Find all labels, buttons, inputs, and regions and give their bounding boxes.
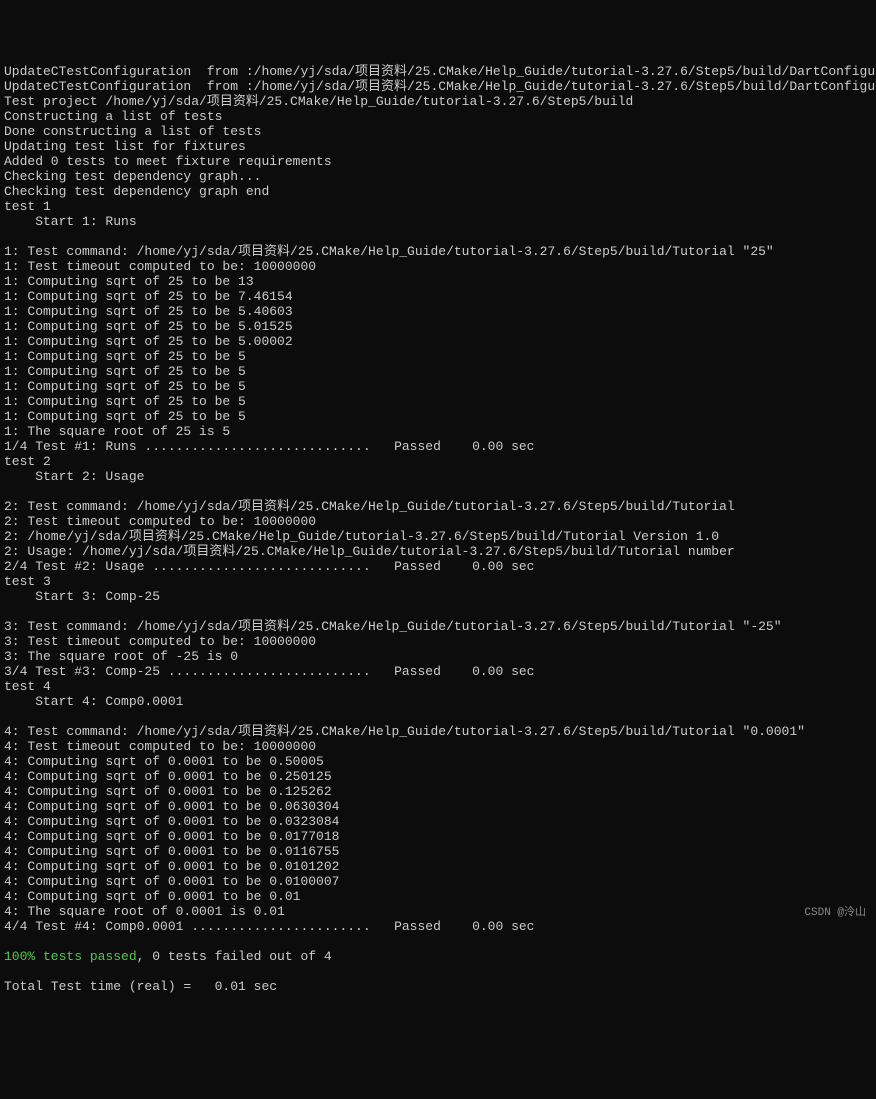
- terminal-line: Added 0 tests to meet fixture requiremen…: [4, 154, 872, 169]
- terminal-line: Start 1: Runs: [4, 214, 872, 229]
- terminal-line: 1: Computing sqrt of 25 to be 7.46154: [4, 289, 872, 304]
- terminal-line: [4, 484, 872, 499]
- terminal-line: 1: Test timeout computed to be: 10000000: [4, 259, 872, 274]
- terminal-line: 3/4 Test #3: Comp-25 ...................…: [4, 664, 872, 679]
- terminal-line: 1: Computing sqrt of 25 to be 5.40603: [4, 304, 872, 319]
- terminal-line: UpdateCTestConfiguration from :/home/yj/…: [4, 64, 872, 79]
- terminal-line: 1: Computing sqrt of 25 to be 5: [4, 364, 872, 379]
- total-time-line: Total Test time (real) = 0.01 sec: [4, 979, 872, 994]
- terminal-line: 2/4 Test #2: Usage .....................…: [4, 559, 872, 574]
- terminal-line: 4: The square root of 0.0001 is 0.01: [4, 904, 872, 919]
- terminal-line: UpdateCTestConfiguration from :/home/yj/…: [4, 79, 872, 94]
- terminal-line: 1: Computing sqrt of 25 to be 5: [4, 409, 872, 424]
- terminal-line: 4: Computing sqrt of 0.0001 to be 0.01: [4, 889, 872, 904]
- summary-line: 100% tests passed, 0 tests failed out of…: [4, 949, 872, 964]
- terminal-line: test 2: [4, 454, 872, 469]
- terminal-line: 1: The square root of 25 is 5: [4, 424, 872, 439]
- terminal-line: Test project /home/yj/sda/项目资料/25.CMake/…: [4, 94, 872, 109]
- terminal-line: 1: Computing sqrt of 25 to be 5: [4, 379, 872, 394]
- terminal-line: [4, 229, 872, 244]
- terminal-line: [4, 964, 872, 979]
- terminal-line: test 4: [4, 679, 872, 694]
- terminal-line: [4, 604, 872, 619]
- terminal-line: 1: Computing sqrt of 25 to be 13: [4, 274, 872, 289]
- terminal-line: 1: Computing sqrt of 25 to be 5.01525: [4, 319, 872, 334]
- terminal-line: Done constructing a list of tests: [4, 124, 872, 139]
- terminal-line: 2: Test timeout computed to be: 10000000: [4, 514, 872, 529]
- terminal-line: 3: Test timeout computed to be: 10000000: [4, 634, 872, 649]
- terminal-line: 4/4 Test #4: Comp0.0001 ................…: [4, 919, 872, 934]
- terminal-line: 4: Computing sqrt of 0.0001 to be 0.0116…: [4, 844, 872, 859]
- terminal-line: 4: Test timeout computed to be: 10000000: [4, 739, 872, 754]
- terminal-line: 2: /home/yj/sda/项目资料/25.CMake/Help_Guide…: [4, 529, 872, 544]
- terminal-line: 1: Computing sqrt of 25 to be 5: [4, 349, 872, 364]
- terminal-line: 4: Computing sqrt of 0.0001 to be 0.0630…: [4, 799, 872, 814]
- terminal-line: 4: Computing sqrt of 0.0001 to be 0.2501…: [4, 769, 872, 784]
- terminal-line: [4, 709, 872, 724]
- terminal-line: 4: Computing sqrt of 0.0001 to be 0.5000…: [4, 754, 872, 769]
- terminal-line: test 3: [4, 574, 872, 589]
- terminal-line: 4: Computing sqrt of 0.0001 to be 0.0177…: [4, 829, 872, 844]
- tests-passed-text: 100% tests passed: [4, 949, 137, 964]
- terminal-line: Constructing a list of tests: [4, 109, 872, 124]
- terminal-line: 1: Computing sqrt of 25 to be 5: [4, 394, 872, 409]
- terminal-line: Updating test list for fixtures: [4, 139, 872, 154]
- terminal-line: 4: Computing sqrt of 0.0001 to be 0.0323…: [4, 814, 872, 829]
- terminal-line: 1: Computing sqrt of 25 to be 5.00002: [4, 334, 872, 349]
- terminal-line: Checking test dependency graph end: [4, 184, 872, 199]
- terminal-line: Checking test dependency graph...: [4, 169, 872, 184]
- terminal-line: 4: Computing sqrt of 0.0001 to be 0.1252…: [4, 784, 872, 799]
- terminal-line: Start 4: Comp0.0001: [4, 694, 872, 709]
- terminal-line: Start 2: Usage: [4, 469, 872, 484]
- tests-failed-text: , 0 tests failed out of 4: [137, 949, 332, 964]
- terminal-line: 4: Computing sqrt of 0.0001 to be 0.0101…: [4, 859, 872, 874]
- terminal-output: UpdateCTestConfiguration from :/home/yj/…: [4, 64, 872, 994]
- terminal-line: 2: Test command: /home/yj/sda/项目资料/25.CM…: [4, 499, 872, 514]
- terminal-line: 4: Test command: /home/yj/sda/项目资料/25.CM…: [4, 724, 872, 739]
- terminal-line: 1: Test command: /home/yj/sda/项目资料/25.CM…: [4, 244, 872, 259]
- terminal-line: 2: Usage: /home/yj/sda/项目资料/25.CMake/Hel…: [4, 544, 872, 559]
- terminal-line: [4, 934, 872, 949]
- terminal-line: 1/4 Test #1: Runs ......................…: [4, 439, 872, 454]
- watermark: CSDN @泠山: [804, 906, 866, 921]
- terminal-line: 3: Test command: /home/yj/sda/项目资料/25.CM…: [4, 619, 872, 634]
- terminal-line: test 1: [4, 199, 872, 214]
- terminal-line: Start 3: Comp-25: [4, 589, 872, 604]
- terminal-line: 3: The square root of -25 is 0: [4, 649, 872, 664]
- terminal-line: 4: Computing sqrt of 0.0001 to be 0.0100…: [4, 874, 872, 889]
